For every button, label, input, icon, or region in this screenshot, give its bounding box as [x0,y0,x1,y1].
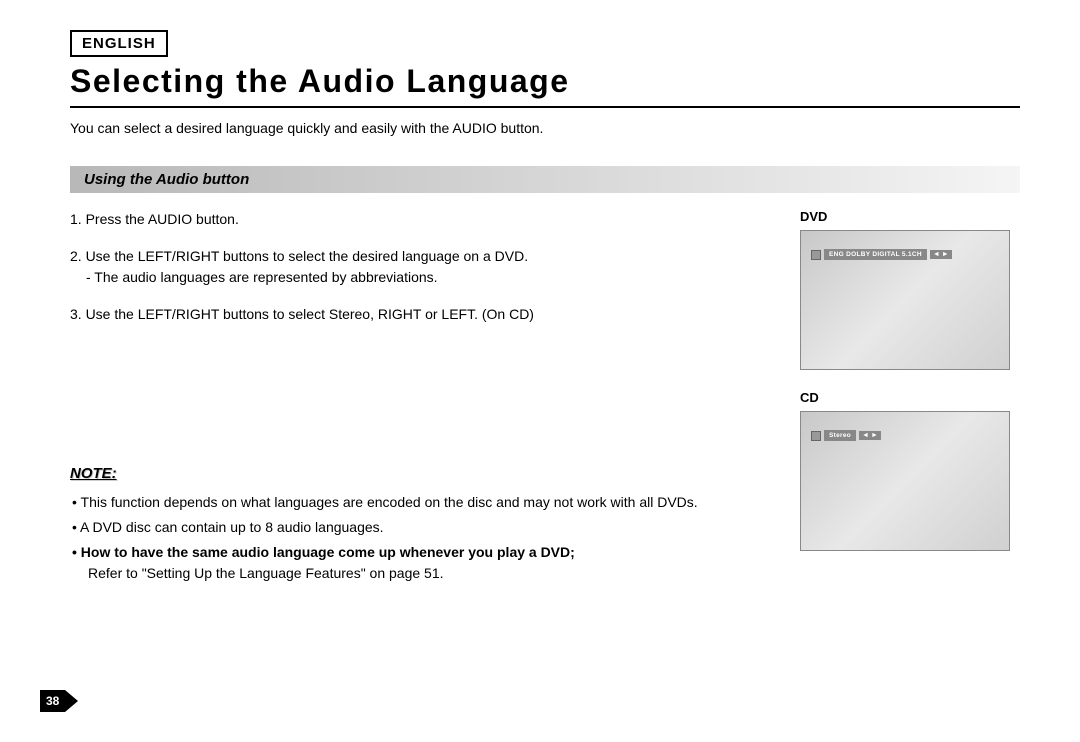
audio-icon [811,250,821,260]
dvd-osd-text: ENG DOLBY DIGITAL 5.1CH [824,249,927,260]
osd-arrows: ◄► [859,431,881,440]
note-heading: NOTE: [70,465,760,482]
dvd-osd-bar: ENG DOLBY DIGITAL 5.1CH ◄► [811,249,952,260]
step-1: 1. Press the AUDIO button. [70,209,760,230]
instructions-column: 1. Press the AUDIO button. 2. Use the LE… [70,209,760,588]
cd-osd-text: Stereo [824,430,856,441]
step-2: 2. Use the LEFT/RIGHT buttons to select … [70,246,760,288]
cd-label: CD [800,390,1020,405]
note-3-rest: Refer to "Setting Up the Language Featur… [80,565,444,581]
step-3: 3. Use the LEFT/RIGHT buttons to select … [70,304,760,325]
note-1: • This function depends on what language… [70,492,760,513]
intro-text: You can select a desired language quickl… [70,120,1020,136]
cd-osd-bar: Stereo ◄► [811,430,881,441]
page-number-badge: 38 [40,690,78,712]
note-3-bold: • How to have the same audio language co… [72,544,575,560]
page-number: 38 [40,690,65,712]
note-2: • A DVD disc can contain up to 8 audio l… [70,517,760,538]
note-3: • How to have the same audio language co… [70,542,760,584]
arrow-icon [65,690,78,712]
cd-screen: Stereo ◄► [800,411,1010,551]
audio-icon [811,431,821,441]
language-badge: ENGLISH [70,30,168,57]
screens-column: DVD ENG DOLBY DIGITAL 5.1CH ◄► CD Stereo… [800,209,1020,588]
step-2-sub: - The audio languages are represented by… [70,269,438,285]
section-header: Using the Audio button [70,166,1020,193]
dvd-screen: ENG DOLBY DIGITAL 5.1CH ◄► [800,230,1010,370]
step-2-text: 2. Use the LEFT/RIGHT buttons to select … [70,248,528,264]
osd-arrows: ◄► [930,250,952,259]
content-row: 1. Press the AUDIO button. 2. Use the LE… [70,209,1020,588]
dvd-label: DVD [800,209,1020,224]
page-title: Selecting the Audio Language [70,63,1020,108]
